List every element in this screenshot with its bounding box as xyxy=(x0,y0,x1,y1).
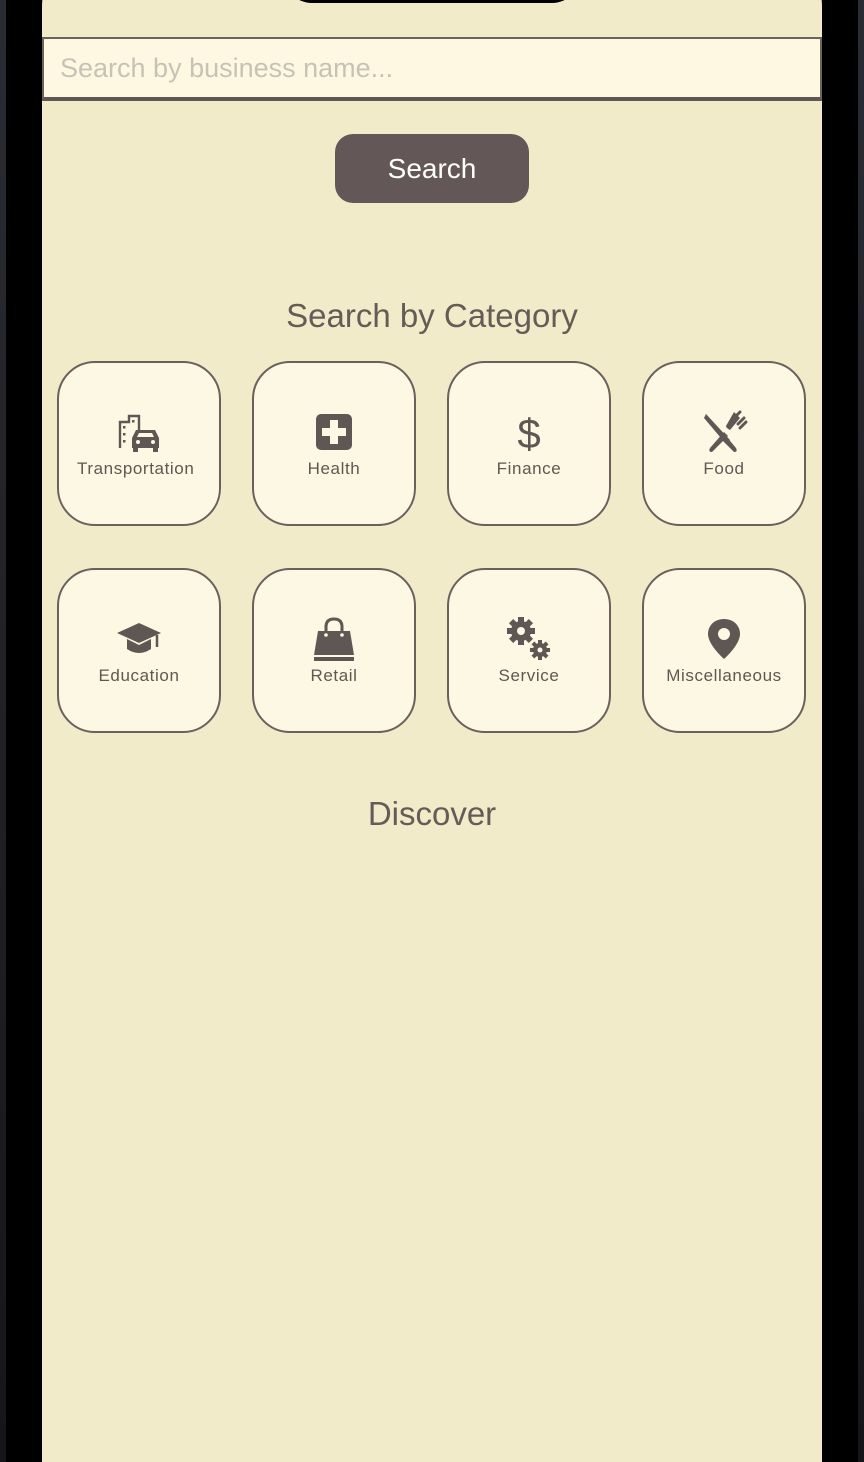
category-tile-health[interactable]: Health xyxy=(252,361,416,526)
bezel-left xyxy=(0,0,6,1462)
svg-text:$: $ xyxy=(517,410,540,456)
category-tile-education[interactable]: Education xyxy=(57,568,221,733)
search-button[interactable]: Search xyxy=(335,134,529,203)
category-label: Transportation xyxy=(77,458,195,478)
category-tile-miscellaneous[interactable]: Miscellaneous xyxy=(642,568,806,733)
bezel-right xyxy=(858,0,864,1462)
utensils-icon xyxy=(700,408,748,456)
medical-cross-icon xyxy=(310,408,358,456)
category-label: Food xyxy=(703,458,745,478)
app-screen: Search Search by Category xyxy=(42,0,822,1462)
category-tile-retail[interactable]: Retail xyxy=(252,568,416,733)
category-tile-transportation[interactable]: Transportation xyxy=(57,361,221,526)
map-pin-icon xyxy=(700,615,748,663)
category-tile-service[interactable]: Service xyxy=(447,568,611,733)
category-label: Education xyxy=(98,665,180,685)
device-notch xyxy=(284,0,580,3)
category-section-title: Search by Category xyxy=(286,297,578,334)
search-input[interactable] xyxy=(42,37,822,101)
category-tile-finance[interactable]: $ Finance xyxy=(447,361,611,526)
category-label: Retail xyxy=(310,665,358,685)
graduation-cap-icon xyxy=(115,615,163,663)
shopping-bag-icon xyxy=(310,615,358,663)
category-tile-food[interactable]: Food xyxy=(642,361,806,526)
category-grid: Transportation Health $ Finance Food Edu… xyxy=(57,361,807,733)
category-label: Health xyxy=(307,458,361,478)
device-frame: Search Search by Category xyxy=(0,0,864,1462)
category-label: Miscellaneous xyxy=(666,665,782,685)
category-label: Finance xyxy=(496,458,562,478)
category-label: Service xyxy=(498,665,560,685)
discover-section-title: Discover xyxy=(367,795,497,832)
gears-icon xyxy=(505,615,553,663)
dollar-icon: $ xyxy=(505,408,553,456)
transportation-icon xyxy=(115,408,163,456)
